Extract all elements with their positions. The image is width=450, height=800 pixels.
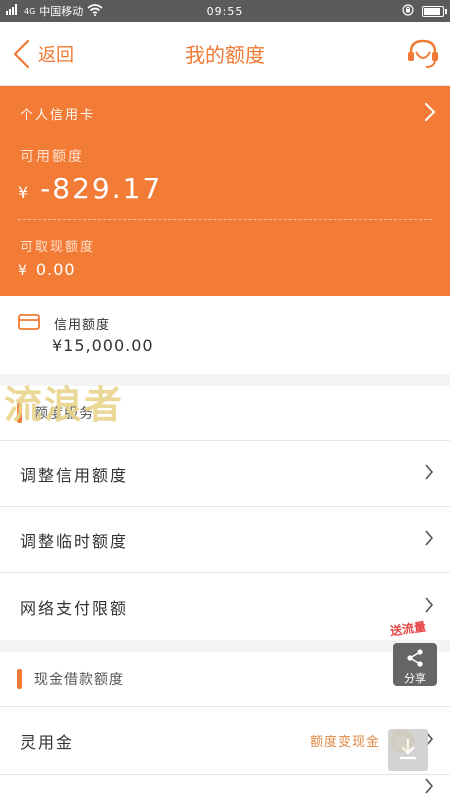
cash-amount-value: 0.00: [35, 260, 76, 279]
row-hint: 额度变现金: [309, 735, 380, 750]
chevron-right-icon: [424, 102, 436, 126]
back-button[interactable]: 返回: [0, 22, 74, 85]
row-label: 调整信用额度: [20, 465, 129, 485]
cash-advance-label: 可取现额度: [20, 240, 96, 255]
watermark-text: 流浪者: [4, 383, 125, 427]
status-bar: 4G 中国移动 09:55: [0, 0, 450, 22]
row-adjust-credit-limit[interactable]: 调整信用额度: [0, 440, 450, 506]
divider: [18, 219, 432, 220]
chevron-right-icon: [424, 463, 434, 485]
share-label: 分享: [404, 672, 426, 685]
card-type-label: 个人信用卡: [20, 108, 96, 123]
row-lingyongjin[interactable]: 灵用金 额度变现金: [0, 706, 450, 774]
row-label: 灵用金: [20, 732, 75, 752]
row-online-payment-limit[interactable]: 网络支付限额: [0, 572, 450, 640]
share-button[interactable]: 分享: [393, 643, 437, 686]
nav-bar: 返回 我的额度: [0, 22, 450, 86]
row-label: 网络支付限额: [20, 598, 129, 618]
clock: 09:55: [206, 4, 244, 18]
chevron-right-icon: [424, 777, 434, 799]
currency-symbol: ¥: [18, 263, 28, 279]
chevron-right-icon: [424, 529, 434, 551]
currency-symbol: ¥: [18, 183, 31, 202]
card-icon: [18, 314, 40, 334]
available-amount-value: -829.17: [40, 172, 163, 205]
back-label: 返回: [38, 44, 74, 66]
download-icon: [400, 739, 416, 760]
section-accent-bar: [17, 669, 22, 689]
credit-limit-panel: 信用额度 ¥15,000.00: [0, 296, 450, 374]
share-icon: [407, 649, 423, 667]
row-label: 调整临时额度: [20, 531, 129, 551]
available-credit-amount: ¥ -829.17: [18, 172, 162, 205]
section-title: 现金借款额度: [34, 672, 124, 688]
cash-advance-amount: ¥0.00: [18, 260, 76, 279]
row-next-item[interactable]: [0, 774, 450, 800]
battery-icon: [422, 5, 447, 17]
credit-card-summary[interactable]: 个人信用卡 可用额度 ¥ -829.17 可取现额度 ¥0.00: [0, 86, 450, 296]
chevron-right-icon: [424, 596, 434, 618]
section-header-cash-loan: 现金借款额度: [0, 652, 450, 706]
credit-limit-amount: ¥15,000.00: [52, 336, 154, 355]
customer-service-icon[interactable]: [406, 38, 440, 74]
chevron-left-icon: [13, 39, 30, 68]
download-button[interactable]: [388, 729, 428, 771]
available-credit-label: 可用额度: [20, 149, 84, 165]
row-adjust-temporary-limit[interactable]: 调整临时额度: [0, 506, 450, 572]
credit-limit-label: 信用额度: [54, 318, 111, 333]
